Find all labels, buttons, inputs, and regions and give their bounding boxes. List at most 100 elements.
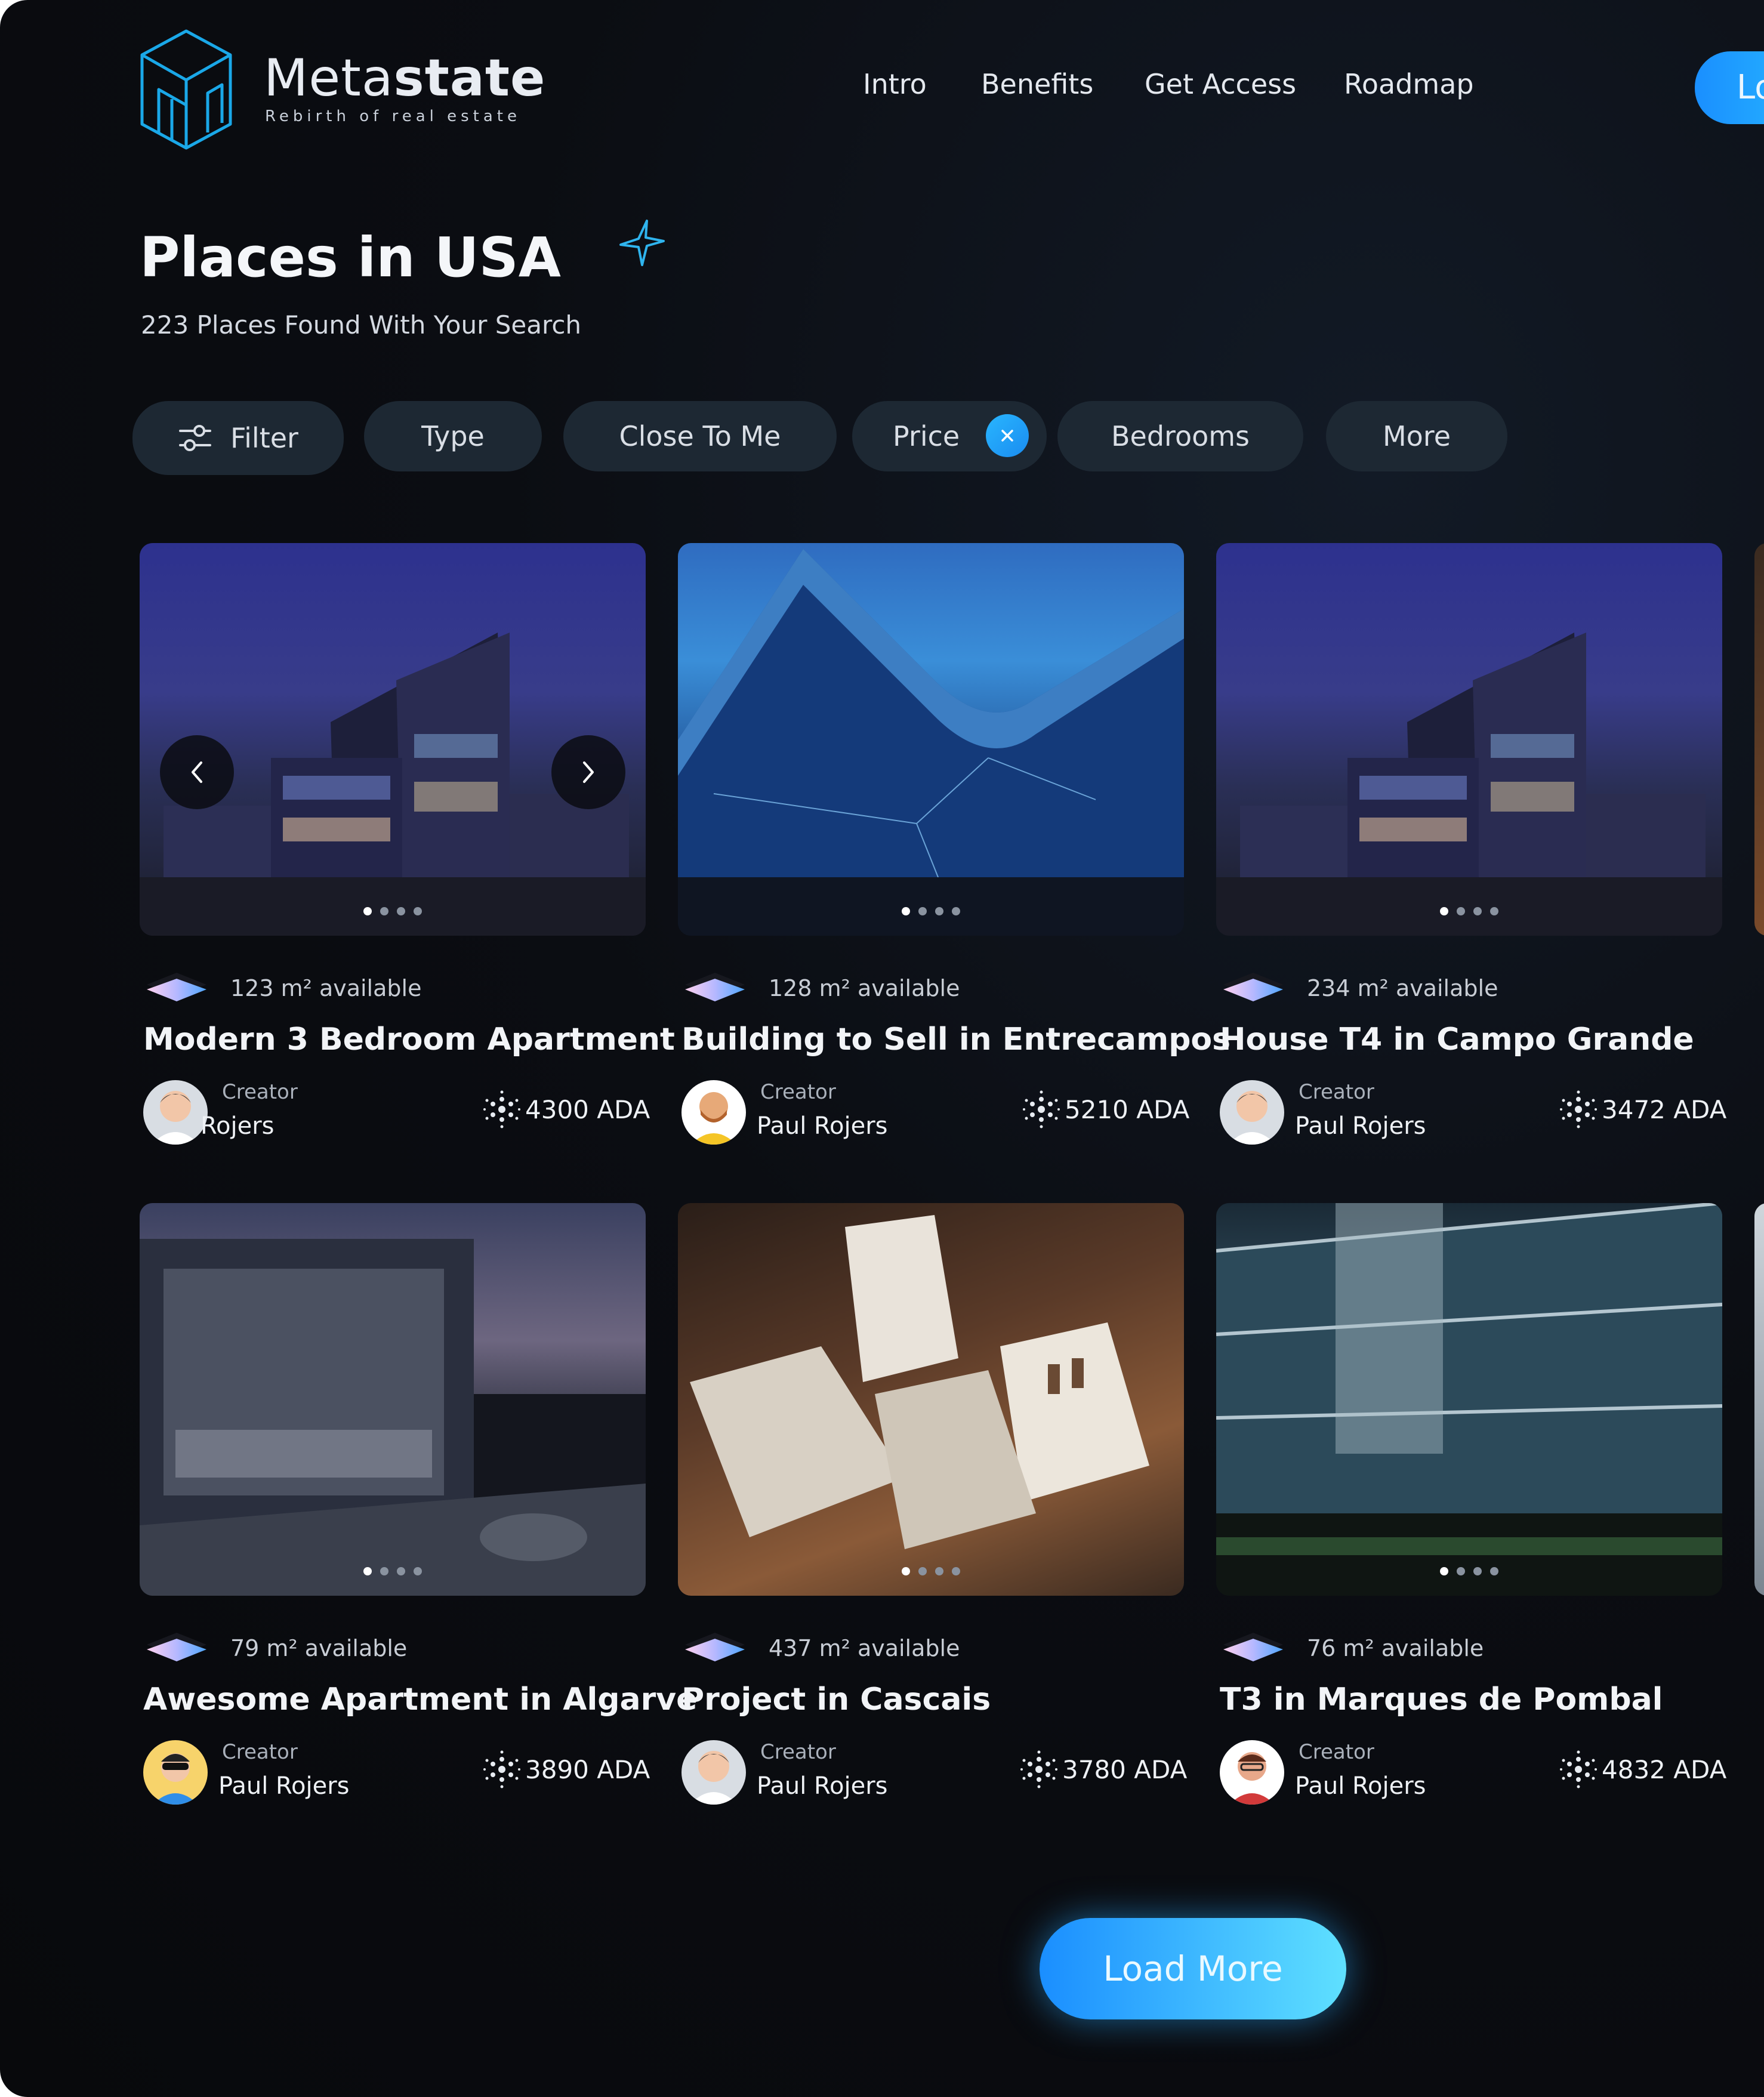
creator-avatar[interactable] [143,1740,208,1805]
area-layers-icon [1223,973,1283,1001]
carousel-dot[interactable] [397,907,405,915]
creator-label: Creator [760,1740,836,1764]
carousel-dot[interactable] [1473,907,1482,915]
property-image-partial[interactable] [1754,1203,1764,1596]
area-layers-icon [147,1633,206,1661]
creator-label: Creator [1299,1740,1374,1764]
creator-avatar[interactable] [1220,1740,1284,1805]
nav-roadmap[interactable]: Roadmap [1344,68,1474,100]
carousel-dot[interactable] [952,907,960,915]
avatar-image [1229,1752,1275,1805]
carousel-dot[interactable] [902,1567,910,1575]
cardano-icon [1560,1090,1597,1128]
apartment-image [140,1239,646,1596]
creator-name[interactable]: Paul Rojers [757,1772,888,1800]
carousel-dots[interactable] [1440,1567,1498,1575]
property-title[interactable]: Modern 3 Bedroom Apartment [143,1022,675,1057]
carousel-dots[interactable] [1440,907,1498,915]
property-image-1[interactable] [140,543,646,936]
creator-avatar[interactable] [681,1080,746,1145]
property-image-4[interactable] [140,1203,646,1596]
price-value: 3890 ADA [525,1754,650,1784]
property-image-3[interactable] [1216,543,1722,936]
carousel-dot[interactable] [380,1567,388,1575]
property-image-2[interactable] [678,543,1184,936]
load-more-button[interactable]: Load More [1040,1918,1346,2019]
nav-get-access[interactable]: Get Access [1145,68,1296,100]
nav-benefits[interactable]: Benefits [981,68,1093,100]
creator-name[interactable]: Paul Rojers [1295,1112,1426,1140]
carousel-dot[interactable] [397,1567,405,1575]
property-price: 4300 ADA [481,1088,650,1130]
carousel-dot[interactable] [1473,1567,1482,1575]
carousel-dot[interactable] [918,907,927,915]
bedrooms-label: Bedrooms [1111,420,1250,452]
carousel-dot[interactable] [1490,1567,1498,1575]
chevron-right-icon [583,761,594,783]
carousel-dots[interactable] [902,1567,960,1575]
creator-name[interactable]: Paul Rojers [218,1772,350,1800]
property-price: 4832 ADA [1558,1748,1726,1790]
property-title[interactable]: Project in Cascais [681,1682,991,1717]
carousel-dot[interactable] [363,1567,372,1575]
price-chip[interactable]: Price [852,401,1047,471]
property-title[interactable]: Awesome Apartment in Algarve [143,1682,697,1717]
carousel-dot[interactable] [1440,907,1448,915]
creator-label: Creator [1299,1080,1374,1104]
type-chip[interactable]: Type [364,401,542,471]
carousel-dot[interactable] [1457,1567,1465,1575]
next-image-button[interactable] [551,735,625,809]
login-button[interactable]: Lo [1695,51,1764,124]
more-chip[interactable]: More [1326,401,1507,471]
avatar-image [1228,1091,1276,1145]
carousel-dots[interactable] [902,907,960,915]
brand-name-bold: state [393,48,546,108]
creator-avatar[interactable] [143,1080,208,1145]
creator-avatar[interactable] [1220,1080,1284,1145]
carousel-dot[interactable] [935,907,943,915]
property-image-6[interactable] [1216,1203,1722,1596]
nav-intro[interactable]: Intro [863,68,927,100]
carousel-dot[interactable] [952,1567,960,1575]
property-title[interactable]: House T4 in Campo Grande [1220,1022,1694,1057]
carousel-dot[interactable] [414,1567,422,1575]
carousel-dot[interactable] [1440,1567,1448,1575]
area-available: 76 m² available [1307,1635,1484,1661]
carousel-dot[interactable] [902,907,910,915]
brand-name[interactable]: Metastate [264,53,545,104]
carousel-dots[interactable] [363,907,422,915]
property-image-5[interactable] [678,1203,1184,1596]
creator-label: Creator [222,1740,298,1764]
filter-button[interactable]: Filter [132,401,344,475]
creator-name[interactable]: Paul Rojers [1295,1772,1426,1800]
page-title: Places in USA [140,226,561,289]
price-value: 3472 ADA [1602,1094,1727,1124]
area-available: 128 m² available [769,975,960,1001]
property-price: 3890 ADA [481,1748,650,1790]
metastate-logo-icon[interactable] [138,27,234,152]
carousel-dot[interactable] [1457,907,1465,915]
bedrooms-chip[interactable]: Bedrooms [1057,401,1303,471]
property-image-partial[interactable] [1754,543,1764,936]
clear-price-button[interactable] [986,414,1029,457]
carousel-dot[interactable] [935,1567,943,1575]
brand-tagline: Rebirth of real estate [265,107,521,125]
creator-avatar[interactable] [681,1740,746,1805]
close-to-me-chip[interactable]: Close To Me [563,401,837,471]
property-title[interactable]: T3 in Marques de Pombal [1220,1682,1663,1717]
area-available: 123 m² available [230,975,422,1001]
property-title[interactable]: Building to Sell in Entrecampos [681,1022,1231,1057]
cardano-icon [1560,1750,1597,1788]
carousel-dot[interactable] [918,1567,927,1575]
creator-name[interactable]: Rojers [201,1112,274,1140]
creator-name[interactable]: Paul Rojers [757,1112,888,1140]
carousel-dot[interactable] [414,907,422,915]
carousel-dots[interactable] [363,1567,422,1575]
cardano-icon [483,1750,520,1788]
carousel-dot[interactable] [380,907,388,915]
property-price: 3780 ADA [1018,1748,1187,1790]
previous-image-button[interactable] [160,735,234,809]
carousel-dot[interactable] [1490,907,1498,915]
price-label: Price [893,420,960,452]
carousel-dot[interactable] [363,907,372,915]
